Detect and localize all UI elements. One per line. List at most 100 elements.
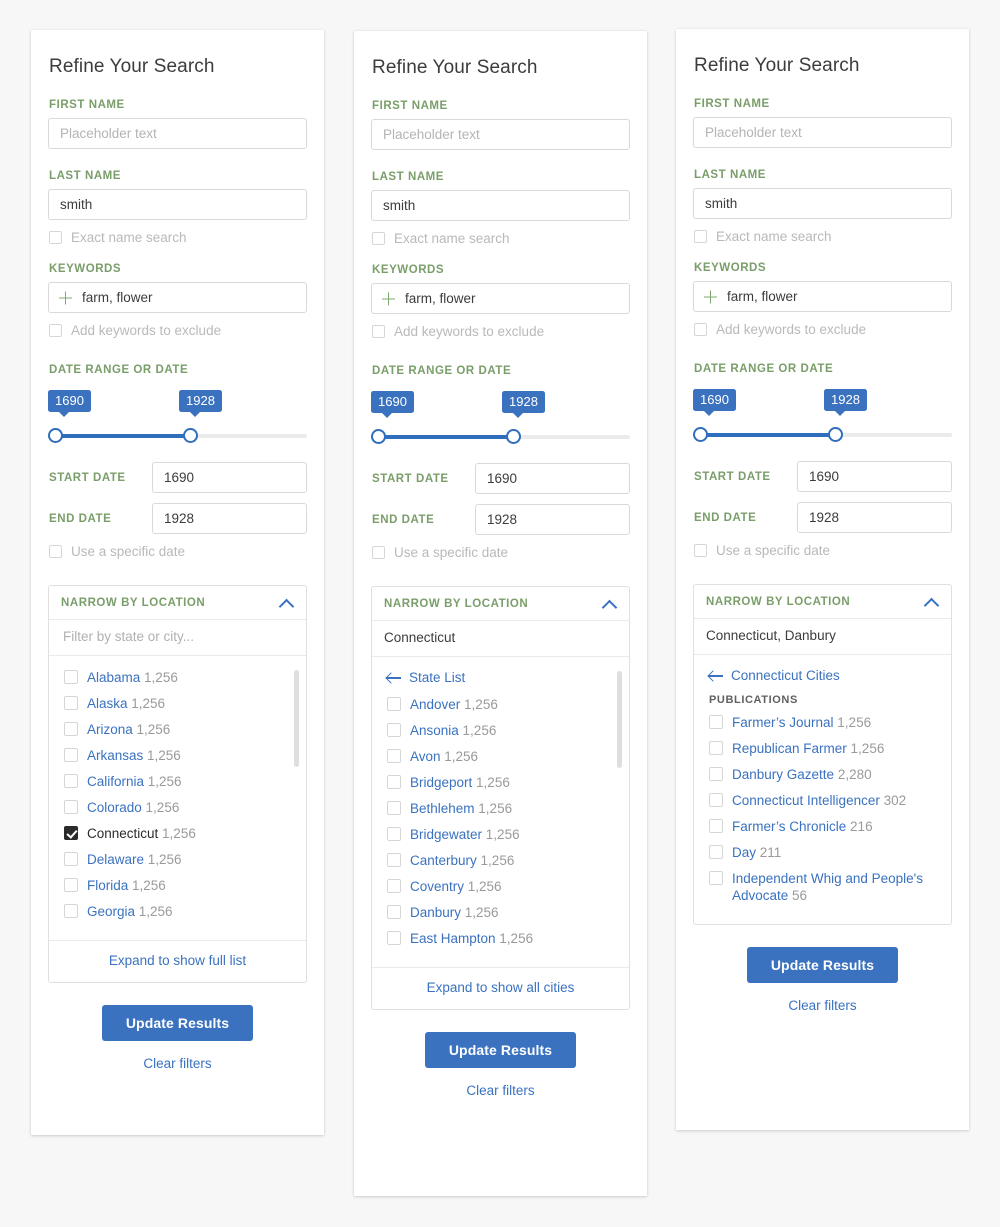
list-item[interactable]: Georgia 1,256 bbox=[61, 903, 294, 920]
list-item-checkbox[interactable] bbox=[64, 670, 78, 684]
date-range-slider[interactable]: 1690 1928 bbox=[371, 391, 630, 453]
location-filter-input[interactable] bbox=[61, 628, 294, 645]
exact-name-search-checkbox[interactable] bbox=[372, 232, 385, 245]
list-item-label[interactable]: Republican Farmer 1,256 bbox=[732, 740, 884, 757]
list-item-checkbox[interactable] bbox=[64, 826, 78, 840]
list-item-checkbox[interactable] bbox=[64, 800, 78, 814]
list-item[interactable]: Avon 1,256 bbox=[384, 748, 617, 765]
narrow-by-location-header[interactable]: NARROW BY LOCATION bbox=[49, 586, 306, 620]
list-item-checkbox[interactable] bbox=[387, 801, 401, 815]
list-item-checkbox[interactable] bbox=[709, 871, 723, 885]
list-item-label[interactable]: Connecticut Intelligencer 302 bbox=[732, 792, 906, 809]
list-item-checkbox[interactable] bbox=[709, 741, 723, 755]
list-item[interactable]: Farmer’s Chronicle 216 bbox=[706, 818, 939, 835]
list-item[interactable]: Day 211 bbox=[706, 844, 939, 861]
list-item-label[interactable]: Coventry 1,256 bbox=[410, 878, 502, 895]
location-filter-row[interactable]: Connecticut, Danbury bbox=[694, 619, 951, 655]
chevron-up-icon[interactable] bbox=[925, 598, 939, 607]
exact-name-search-checkbox[interactable] bbox=[694, 230, 707, 243]
chevron-up-icon[interactable] bbox=[280, 599, 294, 608]
list-item-label[interactable]: Delaware 1,256 bbox=[87, 851, 182, 868]
list-item-checkbox[interactable] bbox=[709, 845, 723, 859]
list-item-label[interactable]: Florida 1,256 bbox=[87, 877, 166, 894]
slider-handle-max[interactable] bbox=[506, 429, 521, 444]
list-item[interactable]: Bethlehem 1,256 bbox=[384, 800, 617, 817]
narrow-by-location-header[interactable]: NARROW BY LOCATION bbox=[694, 585, 951, 619]
list-item-checkbox[interactable] bbox=[387, 879, 401, 893]
update-results-button[interactable]: Update Results bbox=[101, 1005, 254, 1041]
start-date-input[interactable] bbox=[797, 461, 952, 492]
list-item-checkbox[interactable] bbox=[387, 905, 401, 919]
exclude-keywords-checkbox[interactable] bbox=[49, 324, 62, 337]
list-item-checkbox[interactable] bbox=[387, 775, 401, 789]
specific-date-row[interactable]: Use a specific date bbox=[372, 545, 630, 560]
start-date-input[interactable] bbox=[152, 462, 307, 493]
list-item[interactable]: Andover 1,256 bbox=[384, 696, 617, 713]
expand-state-list-link[interactable]: Expand to show full list bbox=[109, 953, 246, 968]
list-item-label[interactable]: Alaska 1,256 bbox=[87, 695, 165, 712]
last-name-input[interactable] bbox=[371, 190, 630, 221]
end-date-input[interactable] bbox=[797, 502, 952, 533]
narrow-by-location-header[interactable]: NARROW BY LOCATION bbox=[372, 587, 629, 621]
clear-filters-link[interactable]: Clear filters bbox=[693, 998, 952, 1013]
list-item-label[interactable]: Georgia 1,256 bbox=[87, 903, 173, 920]
list-item-checkbox[interactable] bbox=[387, 697, 401, 711]
list-item-label[interactable]: Farmer’s Chronicle 216 bbox=[732, 818, 873, 835]
list-item[interactable]: Farmer’s Journal 1,256 bbox=[706, 714, 939, 731]
exact-name-search-row[interactable]: Exact name search bbox=[49, 230, 307, 245]
list-item-checkbox[interactable] bbox=[387, 827, 401, 841]
list-item[interactable]: Arkansas 1,256 bbox=[61, 747, 294, 764]
list-item-checkbox[interactable] bbox=[709, 819, 723, 833]
list-item[interactable]: East Hampton 1,256 bbox=[384, 930, 617, 947]
list-item-checkbox[interactable] bbox=[64, 748, 78, 762]
exclude-keywords-row[interactable]: Add keywords to exclude bbox=[694, 322, 952, 337]
list-item[interactable]: Canterbury 1,256 bbox=[384, 852, 617, 869]
specific-date-checkbox[interactable] bbox=[372, 546, 385, 559]
date-range-slider[interactable]: 1690 1928 bbox=[693, 389, 952, 451]
start-date-input[interactable] bbox=[475, 463, 630, 494]
end-date-input[interactable] bbox=[475, 504, 630, 535]
slider-handle-max[interactable] bbox=[183, 428, 198, 443]
specific-date-checkbox[interactable] bbox=[694, 544, 707, 557]
list-item-checkbox[interactable] bbox=[387, 723, 401, 737]
list-item[interactable]: Alaska 1,256 bbox=[61, 695, 294, 712]
list-item-label[interactable]: Danbury Gazette 2,280 bbox=[732, 766, 872, 783]
list-item[interactable]: Republican Farmer 1,256 bbox=[706, 740, 939, 757]
list-item-label[interactable]: Arizona 1,256 bbox=[87, 721, 170, 738]
list-item-label[interactable]: Avon 1,256 bbox=[410, 748, 478, 765]
back-to-state-list-link[interactable]: State List bbox=[384, 670, 617, 685]
expand-city-list-link[interactable]: Expand to show all cities bbox=[427, 980, 575, 995]
first-name-input[interactable] bbox=[371, 119, 630, 150]
list-item-label[interactable]: Canterbury 1,256 bbox=[410, 852, 514, 869]
expand-state-list-row[interactable]: Expand to show full list bbox=[49, 940, 306, 982]
update-results-button[interactable]: Update Results bbox=[424, 1032, 577, 1068]
list-item[interactable]: Independent Whig and People's Advocate 5… bbox=[706, 870, 939, 904]
update-results-button[interactable]: Update Results bbox=[746, 947, 899, 983]
list-item[interactable]: Bridgeport 1,256 bbox=[384, 774, 617, 791]
list-item-checkbox[interactable] bbox=[709, 767, 723, 781]
list-item-label[interactable]: East Hampton 1,256 bbox=[410, 930, 533, 947]
exact-name-search-checkbox[interactable] bbox=[49, 231, 62, 244]
keywords-input[interactable] bbox=[371, 283, 630, 314]
list-item[interactable]: Connecticut 1,256 bbox=[61, 825, 294, 842]
state-list-scrollbar[interactable] bbox=[294, 670, 299, 767]
list-item-label[interactable]: Andover 1,256 bbox=[410, 696, 498, 713]
list-item[interactable]: California 1,256 bbox=[61, 773, 294, 790]
list-item[interactable]: Arizona 1,256 bbox=[61, 721, 294, 738]
last-name-input[interactable] bbox=[48, 189, 307, 220]
exact-name-search-row[interactable]: Exact name search bbox=[372, 231, 630, 246]
list-item[interactable]: Danbury Gazette 2,280 bbox=[706, 766, 939, 783]
date-range-slider[interactable]: 1690 1928 bbox=[48, 390, 307, 452]
list-item-label[interactable]: California 1,256 bbox=[87, 773, 182, 790]
specific-date-checkbox[interactable] bbox=[49, 545, 62, 558]
back-to-city-list-link[interactable]: Connecticut Cities bbox=[706, 668, 939, 683]
slider-handle-max[interactable] bbox=[828, 427, 843, 442]
list-item[interactable]: Bridgewater 1,256 bbox=[384, 826, 617, 843]
list-item[interactable]: Florida 1,256 bbox=[61, 877, 294, 894]
list-item-checkbox[interactable] bbox=[64, 852, 78, 866]
first-name-input[interactable] bbox=[48, 118, 307, 149]
slider-handle-min[interactable] bbox=[371, 429, 386, 444]
list-item-label[interactable]: Independent Whig and People's Advocate 5… bbox=[732, 870, 939, 904]
list-item-label[interactable]: Arkansas 1,256 bbox=[87, 747, 181, 764]
exclude-keywords-row[interactable]: Add keywords to exclude bbox=[49, 323, 307, 338]
